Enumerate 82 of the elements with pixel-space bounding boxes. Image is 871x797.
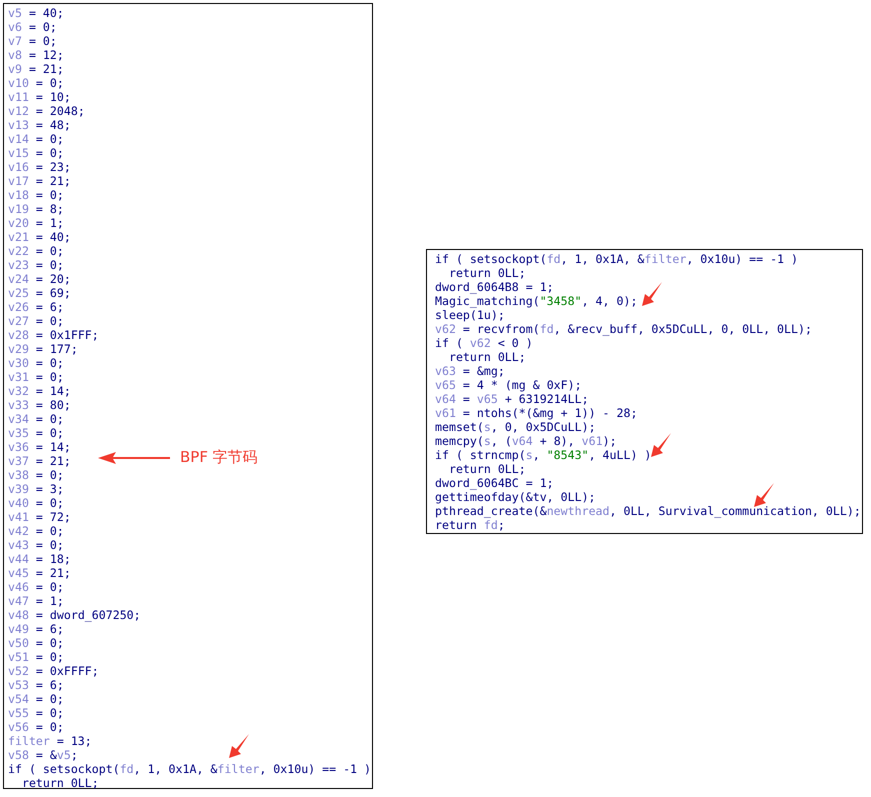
code-line: v29 = 177; xyxy=(8,342,78,356)
arrow-icon xyxy=(650,432,672,458)
code-line: gettimeofday(&tv, 0LL); xyxy=(435,490,596,504)
code-line: v24 = 20; xyxy=(8,272,71,286)
code-line: v65 = 4 * (mg & 0xF); xyxy=(435,378,582,392)
code-line: v48 = dword_607250; xyxy=(8,608,141,622)
code-line: v8 = 12; xyxy=(8,48,64,62)
code-line: filter = 13; xyxy=(8,734,92,748)
code-line: v40 = 0; xyxy=(8,496,64,510)
code-line: v25 = 69; xyxy=(8,286,71,300)
code-line: v22 = 0; xyxy=(8,244,64,258)
code-line: v62 = recvfrom(fd, &recv_buff, 0x5DCuLL, 0, 0LL, 0LL); xyxy=(435,322,812,336)
code-line: v50 = 0; xyxy=(8,636,64,650)
code-line: v6 = 0; xyxy=(8,20,57,34)
code-line: v39 = 3; xyxy=(8,482,64,496)
code-line: v14 = 0; xyxy=(8,132,64,146)
code-line: v58 = &v5; xyxy=(8,748,78,762)
code-line: v61 = ntohs(*(&mg + 1)) - 28; xyxy=(435,406,638,420)
code-line: v10 = 0; xyxy=(8,76,64,90)
code-line: v13 = 48; xyxy=(8,118,71,132)
code-line: v36 = 14; xyxy=(8,440,71,454)
code-line: v55 = 0; xyxy=(8,706,64,720)
code-line: v41 = 72; xyxy=(8,510,71,524)
code-line: v64 = v65 + 6319214LL; xyxy=(435,392,589,406)
code-line: v5 = 40; xyxy=(8,6,64,20)
code-line: v38 = 0; xyxy=(8,468,64,482)
code-line: v12 = 2048; xyxy=(8,104,85,118)
code-line: v54 = 0; xyxy=(8,692,64,706)
code-line: v56 = 0; xyxy=(8,720,64,734)
code-line: v43 = 0; xyxy=(8,538,64,552)
code-line: v18 = 0; xyxy=(8,188,64,202)
arrow-icon xyxy=(641,281,663,307)
code-line: v42 = 0; xyxy=(8,524,64,538)
code-line: memset(s, 0, 0x5DCuLL); xyxy=(435,420,596,434)
code-line: if ( setsockopt(fd, 1, 0x1A, &filter, 0x10u) == -1 ) xyxy=(8,762,371,776)
code-line: v44 = 18; xyxy=(8,552,71,566)
code-line: dword_6064BC = 1; xyxy=(435,476,554,490)
code-line: v26 = 6; xyxy=(8,300,64,314)
code-line: v28 = 0x1FFF; xyxy=(8,328,99,342)
code-line: return 0LL; xyxy=(448,350,526,364)
code-line: return fd; xyxy=(435,518,505,532)
code-line: v30 = 0; xyxy=(8,356,64,370)
code-line: v34 = 0; xyxy=(8,412,64,426)
code-line: v27 = 0; xyxy=(8,314,64,328)
code-line: sleep(1u); xyxy=(435,308,505,322)
code-line: v52 = 0xFFFF; xyxy=(8,664,99,678)
code-line: dword_6064B8 = 1; xyxy=(435,280,554,294)
code-line: v31 = 0; xyxy=(8,370,64,384)
code-line: return 0LL; xyxy=(448,462,526,476)
arrow-icon xyxy=(98,452,170,464)
code-line: v21 = 40; xyxy=(8,230,71,244)
code-line: Magic_matching("3458", 4, 0); xyxy=(435,294,638,308)
arrow-icon xyxy=(753,482,775,508)
annotation-label: BPF 字节码 xyxy=(180,448,258,467)
code-line: v51 = 0; xyxy=(8,650,64,664)
code-line: v35 = 0; xyxy=(8,426,64,440)
code-line: v49 = 6; xyxy=(8,622,64,636)
code-line: return 0LL; xyxy=(20,776,99,790)
code-line: v7 = 0; xyxy=(8,34,57,48)
code-line: v63 = &mg; xyxy=(435,364,505,378)
code-line: v15 = 0; xyxy=(8,146,64,160)
code-line: v32 = 14; xyxy=(8,384,71,398)
code-line: v16 = 23; xyxy=(8,160,71,174)
code-line: v20 = 1; xyxy=(8,216,64,230)
code-line: v17 = 21; xyxy=(8,174,71,188)
code-line: v53 = 6; xyxy=(8,678,64,692)
code-line: if ( v62 < 0 ) xyxy=(435,336,533,350)
code-line: if ( strncmp(s, "8543", 4uLL) ) xyxy=(435,448,652,462)
code-line: v11 = 10; xyxy=(8,90,71,104)
code-line: v9 = 21; xyxy=(8,62,64,76)
code-line: v47 = 1; xyxy=(8,594,64,608)
code-line: if ( setsockopt(fd, 1, 0x1A, &filter, 0x10u) == -1 ) xyxy=(435,252,798,266)
code-line: v37 = 21; xyxy=(8,454,71,468)
code-line: v19 = 8; xyxy=(8,202,64,216)
code-line: v45 = 21; xyxy=(8,566,71,580)
code-line: v33 = 80; xyxy=(8,398,71,412)
code-line: memcpy(s, (v64 + 8), v61); xyxy=(435,434,617,448)
code-line: v46 = 0; xyxy=(8,580,64,594)
code-line: v23 = 0; xyxy=(8,258,64,272)
arrow-icon xyxy=(228,733,250,759)
code-line: return 0LL; xyxy=(448,266,526,280)
code-line: pthread_create(&newthread, 0LL, Survival_communication, 0LL); xyxy=(435,504,861,518)
